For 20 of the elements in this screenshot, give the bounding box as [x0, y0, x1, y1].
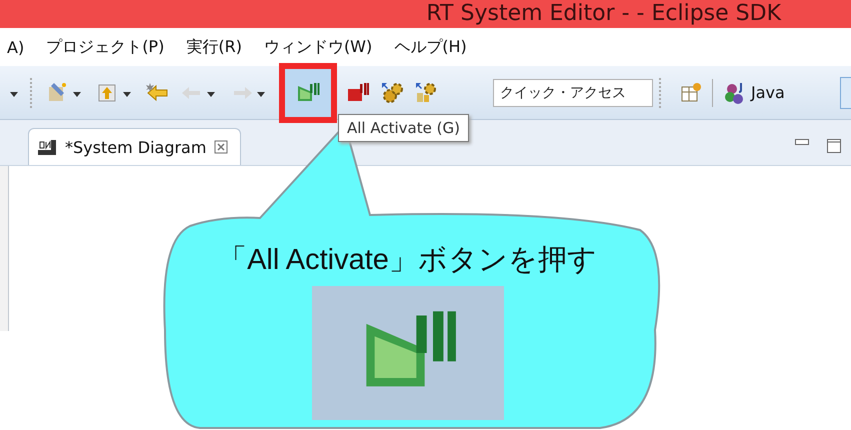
quick-access-field[interactable]: クイック・アクセス: [493, 78, 653, 106]
java-perspective-button[interactable]: Java: [723, 80, 785, 104]
table-plus-icon: [680, 82, 702, 104]
toolbar-button-highlighted[interactable]: [279, 62, 337, 122]
maximize-icon[interactable]: [827, 139, 841, 153]
menu-item[interactable]: ヘルプ(H): [383, 36, 478, 58]
minimize-icon[interactable]: [795, 139, 809, 145]
menu-item[interactable]: プロジェクト(P): [35, 36, 176, 58]
tooltip: All Activate (G): [338, 114, 469, 142]
open-perspective-button[interactable]: [680, 82, 702, 104]
menu-item[interactable]: A): [0, 38, 36, 56]
window-title: RT System Editor - - Eclipse SDK: [426, 0, 781, 28]
gears-icon: [414, 80, 438, 104]
editor-tab[interactable]: *System Diagram: [28, 128, 242, 165]
gears-icon: [380, 80, 404, 104]
close-icon: [214, 140, 228, 154]
menu-item[interactable]: 実行(R): [175, 36, 253, 58]
callout-text: 「All Activate」ボタンを押す: [218, 243, 597, 278]
menu-item[interactable]: ウィンドウ(W): [252, 36, 384, 58]
diagram-icon: [37, 138, 57, 156]
